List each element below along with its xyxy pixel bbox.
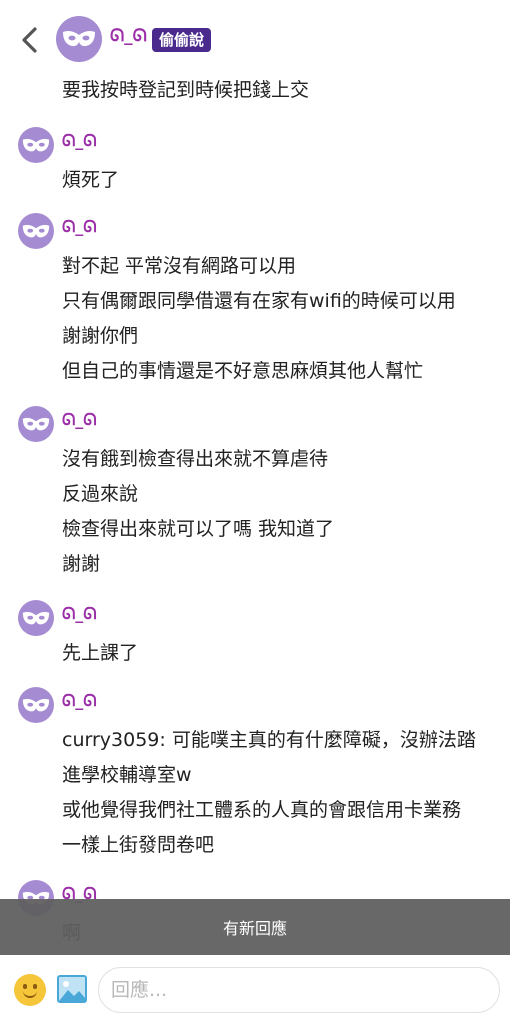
anonymous-badge: 偷偷說 <box>152 28 212 52</box>
responder-avatar[interactable] <box>18 213 54 249</box>
response-line: 一樣上街發問卷吧 <box>62 834 215 856</box>
responder-name[interactable]: ᘏ_ᘏ <box>62 604 97 624</box>
response-line: 沒有餓到檢查得出來就不算虐待 <box>62 448 329 470</box>
response-line: 煩死了 <box>62 169 120 191</box>
response-line: 對不起 平常沒有網路可以用 <box>62 255 297 277</box>
mask-icon <box>63 31 95 47</box>
author-avatar[interactable] <box>56 16 102 62</box>
mask-icon <box>22 224 50 237</box>
response-line: 謝謝你們 <box>62 325 139 347</box>
responder-avatar[interactable] <box>18 406 54 442</box>
response-line: 進學校輔導室w <box>62 764 192 786</box>
response-line: 檢查得出來就可以了嗎 我知道了 <box>62 518 335 540</box>
image-icon <box>57 975 87 1003</box>
back-button[interactable] <box>14 24 46 56</box>
response-line: 或他覺得我們社工體系的人真的會跟信用卡業務 <box>62 799 462 821</box>
toast-label: 有新回應 <box>222 919 287 938</box>
response-line: 只有偶爾跟同學借還有在家有wifi的時候可以用 <box>62 290 456 312</box>
reply-composer <box>0 955 510 1024</box>
responder-name[interactable]: ᘏ_ᘏ <box>62 691 97 711</box>
chevron-left-icon <box>22 27 37 53</box>
responder-avatar[interactable] <box>18 687 54 723</box>
emoji-button[interactable] <box>14 974 46 1006</box>
response-line: 但自己的事情還是不好意思麻煩其他人幫忙 <box>62 360 424 382</box>
responder-name[interactable]: ᘏ_ᘏ <box>62 131 97 151</box>
response-line: 先上課了 <box>62 642 139 664</box>
response-line: 反過來說 <box>62 483 139 505</box>
author-name[interactable]: ᘏ_ᘏ <box>110 26 147 46</box>
mask-icon <box>22 138 50 151</box>
mask-icon <box>22 611 50 624</box>
response-line: 謝謝 <box>62 553 101 575</box>
mask-icon <box>22 698 50 711</box>
plurk-content: 要我按時登記到時候把錢上交 <box>62 79 310 101</box>
responder-name[interactable]: ᘏ_ᘏ <box>62 217 97 237</box>
responder-avatar[interactable] <box>18 127 54 163</box>
plurk-header: ᘏ_ᘏ 偷偷說 要我按時登記到時候把錢上交 <box>0 0 510 101</box>
response-line: curry3059: 可能噗主真的有什麼障礙，沒辦法踏 <box>62 729 476 751</box>
responder-avatar[interactable] <box>18 600 54 636</box>
reply-input[interactable] <box>98 967 500 1013</box>
mask-icon <box>22 417 50 430</box>
responder-name[interactable]: ᘏ_ᘏ <box>62 410 97 430</box>
image-button[interactable] <box>56 974 88 1004</box>
new-responses-toast[interactable]: 有新回應 <box>0 899 510 955</box>
